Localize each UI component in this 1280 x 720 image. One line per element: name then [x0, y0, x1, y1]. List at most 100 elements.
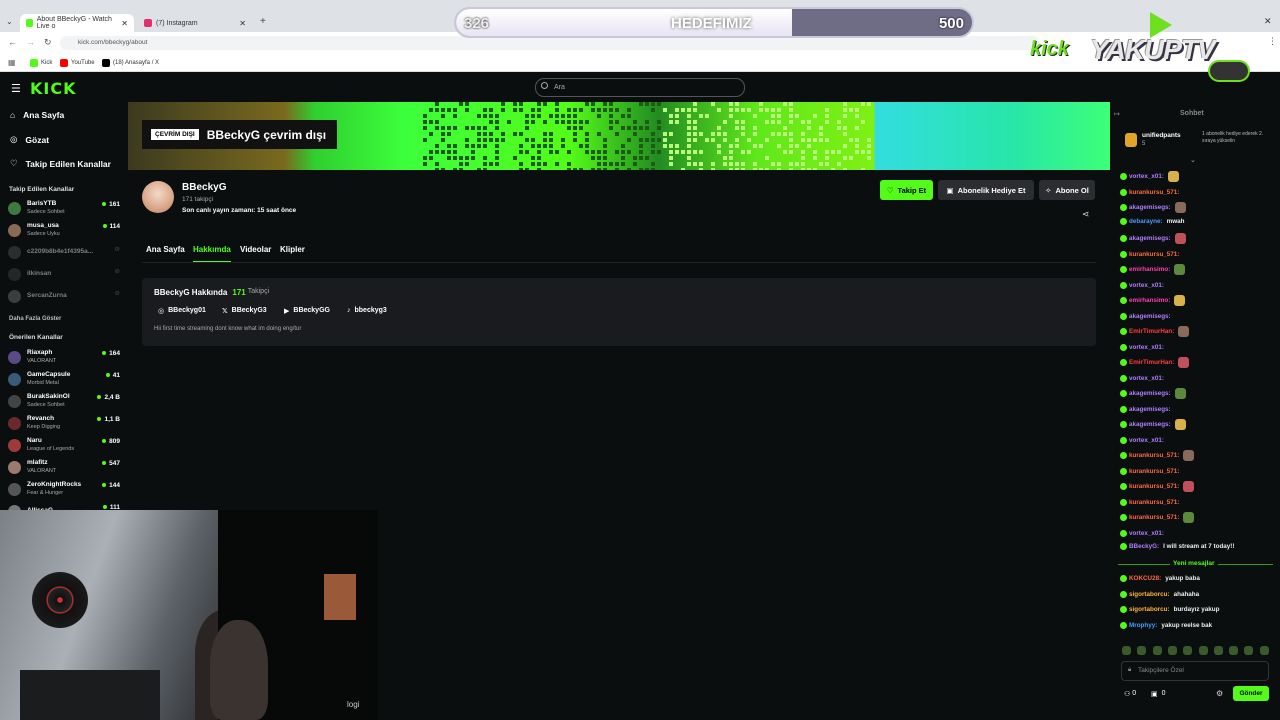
chat-username[interactable]: vortex_x01:: [1129, 437, 1164, 444]
chat-message[interactable]: EmirTimurHan:: [1120, 357, 1190, 368]
chat-expand-icon[interactable]: ⌄: [1190, 156, 1196, 164]
follow-button[interactable]: ♡ Takip Et: [880, 180, 933, 200]
chat-message[interactable]: kurankursu_571:: [1120, 497, 1194, 508]
chat-message[interactable]: kurankursu_571:: [1120, 512, 1195, 523]
channel-item[interactable]: c2209b8b4e1f4395a... ⊘: [8, 243, 120, 263]
emote-shortcut-icon[interactable]: [1259, 646, 1269, 655]
emote-shortcut-icon[interactable]: [1198, 646, 1208, 655]
chat-username[interactable]: EmirTimurHan:: [1129, 359, 1174, 366]
chat-message[interactable]: emirhansimo:: [1120, 295, 1186, 306]
emote-shortcut-icon[interactable]: [1229, 646, 1239, 655]
close-tab-icon[interactable]: ✕: [239, 19, 246, 28]
chat-username[interactable]: emirhansimo:: [1129, 266, 1170, 273]
emote-shortcut-icon[interactable]: [1244, 646, 1254, 655]
sidebar-item-browse[interactable]: ◎ Gözat: [10, 134, 49, 145]
emote-shortcut-icon[interactable]: [1183, 646, 1193, 655]
chat-username[interactable]: vortex_x01:: [1129, 375, 1164, 382]
chat-username[interactable]: akagemisegs:: [1129, 390, 1171, 397]
apps-icon[interactable]: ▦: [8, 58, 16, 67]
channel-item[interactable]: mlafitz VALORANT 547: [8, 458, 120, 478]
chat-collapse-icon[interactable]: ↦: [1114, 110, 1120, 118]
social-x[interactable]: 𝕏 BBeckyG3: [222, 307, 267, 315]
channel-item[interactable]: Revanch Keep Digging 1,1 B: [8, 414, 120, 434]
emote-shortcut-icon[interactable]: [1152, 646, 1162, 655]
chat-username[interactable]: akagemisegs:: [1129, 406, 1171, 413]
subscribe-button[interactable]: ✧ Abone Ol: [1039, 180, 1095, 200]
chat-message[interactable]: vortex_x01:: [1120, 373, 1179, 384]
chat-message[interactable]: kurankursu_571:: [1120, 466, 1194, 477]
channel-item[interactable]: GameCapsule Morbid Metal 41: [8, 370, 120, 390]
bookmark-youtube[interactable]: YouTube: [60, 59, 95, 67]
reload-icon[interactable]: ↻: [44, 37, 52, 48]
chat-username[interactable]: debarayne:: [1129, 218, 1163, 225]
chat-username[interactable]: sigortaborcu:: [1129, 606, 1170, 613]
chat-message[interactable]: kurankursu_571:: [1120, 187, 1194, 198]
browser-tab-kick[interactable]: About BBeckyG - Watch Live o ✕: [20, 14, 134, 32]
share-icon[interactable]: ⋖: [1082, 209, 1090, 220]
chat-message[interactable]: vortex_x01:: [1120, 342, 1179, 353]
emote-shortcut-icon[interactable]: [1213, 646, 1223, 655]
chat-input[interactable]: Takipçilere Özel: [1121, 661, 1269, 681]
forward-icon[interactable]: →: [26, 37, 35, 47]
chat-message[interactable]: akagemisegs:: [1120, 311, 1186, 322]
social-tiktok[interactable]: ♪ bbeckyg3: [347, 307, 387, 314]
social-instagram[interactable]: ◎ BBeckyg01: [158, 307, 206, 315]
chat-message[interactable]: vortex_x01:: [1120, 435, 1179, 446]
channel-item[interactable]: SercanZurna ⊘: [8, 287, 120, 307]
channel-item[interactable]: musa_usa Sadece Uyku 114: [8, 221, 120, 241]
chat-message[interactable]: vortex_x01:: [1120, 528, 1179, 539]
chat-message[interactable]: vortex_x01:: [1120, 171, 1180, 182]
bookmark-x[interactable]: (18) Anasayfa / X: [102, 59, 159, 67]
chat-username[interactable]: kurankursu_571:: [1129, 483, 1179, 490]
chat-message[interactable]: kurankursu_571:: [1120, 249, 1194, 260]
chat-username[interactable]: akagemisegs:: [1129, 235, 1171, 242]
chat-message[interactable]: sigortaborcu: burdayız yakup: [1120, 606, 1219, 613]
chat-message[interactable]: vortex_x01:: [1120, 280, 1179, 291]
bookmark-kick[interactable]: Kick: [30, 59, 52, 67]
chat-username[interactable]: vortex_x01:: [1129, 530, 1164, 537]
chat-username[interactable]: KOKCU28:: [1129, 575, 1161, 582]
chat-settings-icon[interactable]: ⚙: [1216, 689, 1223, 698]
channel-item[interactable]: ZeroKnightRocks Fear & Hunger 144: [8, 480, 120, 500]
tab-about[interactable]: Hakkımda: [193, 245, 231, 263]
chat-message[interactable]: kurankursu_571:: [1120, 481, 1195, 492]
channel-item[interactable]: ilkinsan ⊘: [8, 265, 120, 285]
chat-username[interactable]: kurankursu_571:: [1129, 251, 1179, 258]
channel-item[interactable]: Riaxaph VALORANT 164: [8, 348, 120, 368]
chat-message[interactable]: sigortaborcu: ahahaha: [1120, 590, 1199, 598]
chat-message[interactable]: akagemisegs:: [1120, 419, 1186, 430]
kick-logo[interactable]: KICK: [30, 79, 77, 98]
chat-message[interactable]: akagemisegs:: [1120, 404, 1186, 415]
sidebar-item-home[interactable]: ⌂ Ana Sayfa: [10, 110, 64, 120]
chat-username[interactable]: kurankursu_571:: [1129, 452, 1179, 459]
chat-message[interactable]: Mrophyy: yakup reelse bak: [1120, 621, 1212, 629]
browser-tab-instagram[interactable]: (7) Instagram ✕: [138, 14, 252, 32]
chat-username[interactable]: akagemisegs:: [1129, 421, 1171, 428]
chat-username[interactable]: kurankursu_571:: [1129, 189, 1179, 196]
tab-clips[interactable]: Klipler: [280, 245, 305, 254]
chat-username[interactable]: kurankursu_571:: [1129, 514, 1179, 521]
channel-avatar[interactable]: [142, 181, 174, 213]
chat-username[interactable]: kurankursu_571:: [1129, 499, 1179, 506]
social-youtube[interactable]: ▶ BBeckyGG: [284, 307, 330, 315]
chat-message[interactable]: BBeckyG: I will stream at 7 today!!: [1120, 543, 1235, 550]
kicks-counter[interactable]: ⚇ 0: [1124, 690, 1136, 698]
chat-username[interactable]: emirhansimo:: [1129, 297, 1170, 304]
new-tab-icon[interactable]: +: [260, 16, 266, 27]
chat-message[interactable]: EmirTimurHan:: [1120, 326, 1190, 337]
chat-username[interactable]: sigortaborcu:: [1129, 591, 1170, 598]
send-button[interactable]: Gönder: [1233, 686, 1269, 701]
chat-username[interactable]: EmirTimurHan:: [1129, 328, 1174, 335]
channel-item[interactable]: BurakSakinOl Sadece Sohbet 2,4 B: [8, 392, 120, 412]
emote-shortcut-icon[interactable]: [1122, 646, 1131, 655]
browser-menu-icon[interactable]: ⋮: [1268, 36, 1277, 47]
hamburger-menu-icon[interactable]: ☰: [11, 82, 21, 95]
emote-shortcut-icon[interactable]: [1167, 646, 1177, 655]
channel-item[interactable]: Naru League of Legends 809: [8, 436, 120, 456]
emote-shortcut-icon[interactable]: [1137, 646, 1147, 655]
tab-list-icon[interactable]: ⌄: [6, 17, 13, 26]
back-icon[interactable]: ←: [8, 37, 17, 47]
gift-counter[interactable]: ▣ 0: [1151, 690, 1166, 698]
show-more-link[interactable]: Daha Fazla Göster: [9, 316, 61, 322]
chat-message[interactable]: kurankursu_571:: [1120, 450, 1195, 461]
